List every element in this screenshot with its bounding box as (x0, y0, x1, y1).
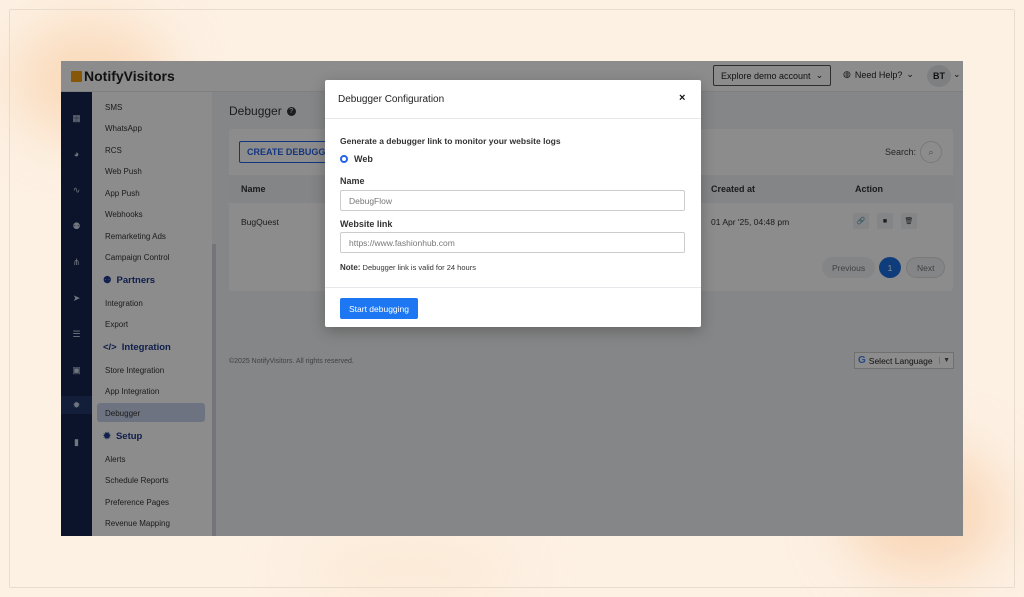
close-icon[interactable]: × (679, 92, 685, 104)
validity-note: Note: Debugger link is valid for 24 hour… (340, 263, 476, 272)
note-label: Note: (340, 263, 361, 272)
start-debugging-button[interactable]: Start debugging (340, 298, 418, 319)
website-link-label: Website link (340, 219, 393, 229)
modal-title: Debugger Configuration (338, 94, 445, 105)
web-radio-label: Web (354, 154, 373, 164)
radio-selected-icon[interactable] (340, 155, 348, 163)
web-radio-option[interactable]: Web (340, 154, 373, 164)
website-link-input[interactable]: https://www.fashionhub.com (340, 232, 685, 253)
modal-header: Debugger Configuration × (325, 80, 701, 119)
name-input[interactable]: DebugFlow (340, 190, 685, 211)
debugger-config-modal: Debugger Configuration × Generate a debu… (325, 80, 701, 327)
modal-description: Generate a debugger link to monitor your… (340, 136, 561, 146)
modal-divider (325, 287, 701, 288)
note-text: Debugger link is valid for 24 hours (362, 263, 476, 272)
name-label: Name (340, 176, 365, 186)
